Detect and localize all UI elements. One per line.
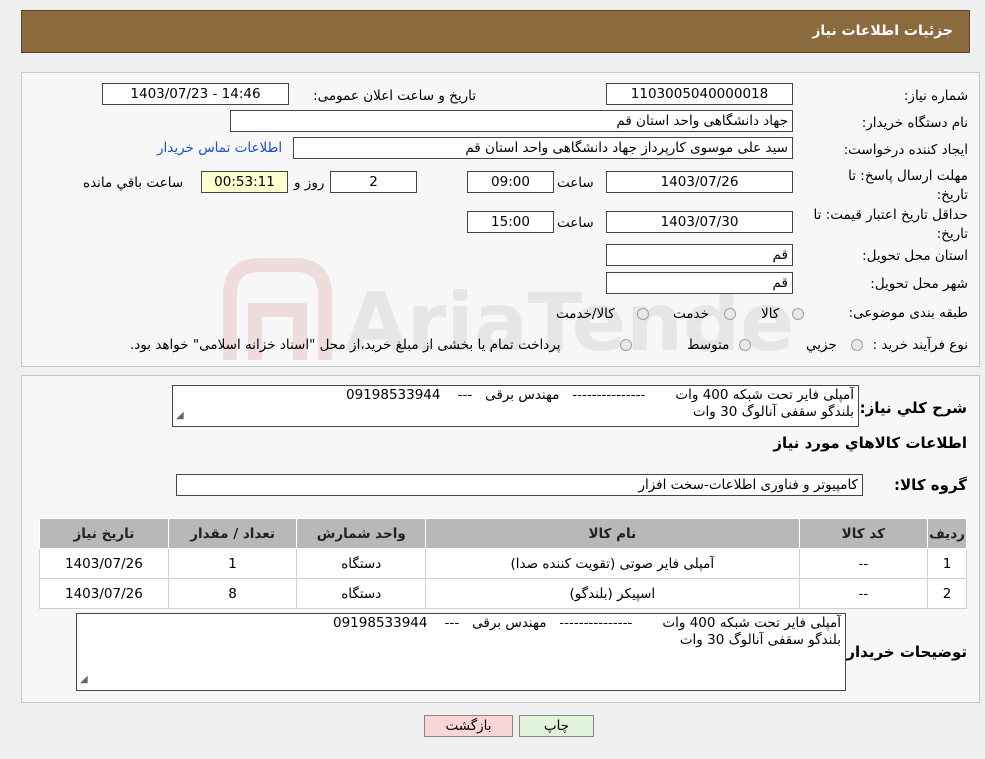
col-need-date: تاریخ نیاز [39,518,169,549]
process-label: نوع فرآیند خرید : [872,337,968,353]
goods-group-field: کامپیوتر و فناوری اطلاعات-سخت افزار [176,474,863,496]
table-row: 1403/07/26 1 دستگاه آمپلی فایر صوتی (تقو… [39,548,967,579]
buyer-notes-label: توضیحات خریدار: [840,643,967,661]
cell-unit: دستگاه [296,548,427,579]
resize-grip-icon[interactable]: ◢ [176,407,184,424]
cell-item-code: -- [798,578,929,609]
col-row-number: رديف [927,518,967,549]
cell-need-date: 1403/07/26 [39,578,169,609]
description-textarea[interactable]: آمپلی فایر تحت شبکه 400 وات ------------… [172,385,859,427]
process-option-minor: جزیي [806,337,837,353]
description-line-2: بلندگو سقفی آنالوگ 30 وات [692,404,854,420]
cell-item-code: -- [798,548,929,579]
validity-time-label: ساعت [557,215,594,231]
province-label: استان محل تحویل: [862,248,968,264]
deadline-label: مهلت ارسال پاسخ: تا تاریخ: [848,168,968,203]
goods-section-title: اطلاعات کالاهاي مورد نياز [773,434,967,452]
buyer-notes-line-1: آمپلی فایر تحت شبکه 400 وات ------------… [333,615,841,631]
need-number-field: 1103005040000018 [606,83,793,105]
creator-label: ایجاد کننده درخواست: [843,142,968,158]
cell-need-date: 1403/07/26 [39,548,169,579]
category-radio-goods[interactable] [792,308,804,320]
validity-label: حداقل تاریخ اعتبار قیمت: تا تاریخ: [813,207,968,242]
goods-group-label: گروه کالا: [894,476,967,494]
deadline-date-field: 1403/07/26 [606,171,793,193]
category-radio-service[interactable] [724,308,736,320]
process-radio-medium[interactable] [739,339,751,351]
province-field: قم [606,244,793,266]
category-option-service: خدمت [673,306,709,322]
table-row: 1403/07/26 8 دستگاه اسپیکر (بلندگو) -- 2 [39,578,967,609]
treasury-checkbox[interactable] [620,339,632,351]
deadline-time-label: ساعت [557,175,594,191]
page-title: جزئیات اطلاعات نیاز [812,23,953,39]
need-number-label: شماره نیاز: [903,88,968,104]
remaining-label: ساعت باقي مانده [83,175,184,191]
cell-item-name: آمپلی فایر صوتی (تقویت کننده صدا) [425,548,800,579]
city-label: شهر محل تحویل: [870,276,968,292]
print-button[interactable]: چاپ [519,715,594,737]
col-unit: واحد شمارش [296,518,427,549]
buyer-notes-line-2: بلندگو سقفی آنالوگ 30 وات [679,632,841,648]
description-line-1: آمپلی فایر تحت شبکه 400 وات ------------… [346,387,854,403]
category-option-goods-service: کالا/خدمت [556,306,615,322]
deadline-time-field: 09:00 [467,171,554,193]
cell-quantity: 1 [167,548,298,579]
cell-quantity: 8 [167,578,298,609]
goods-table: تاریخ نیاز تعداد / مقدار واحد شمارش نام … [39,518,967,609]
description-label: شرح کلي نياز: [859,399,967,417]
creator-field: سید علی موسوی کارپرداز جهاد دانشگاهی واح… [293,137,793,159]
days-label: روز و [294,175,325,191]
resize-grip-icon[interactable]: ◢ [80,671,88,688]
days-field: 2 [330,171,417,193]
buyer-notes-textarea[interactable]: آمپلی فایر تحت شبکه 400 وات ------------… [76,613,846,691]
remaining-time-field: 00:53:11 [201,171,288,193]
buyer-org-field: جهاد دانشگاهی واحد استان قم [230,110,793,132]
process-radio-minor[interactable] [851,339,863,351]
page-header: جزئیات اطلاعات نیاز [21,10,970,53]
validity-date-field: 1403/07/30 [606,211,793,233]
announce-field: 1403/07/23 - 14:46 [102,83,289,105]
cell-row-number: 2 [927,578,967,609]
col-item-code: کد کالا [798,518,929,549]
announce-label: تاریخ و ساعت اعلان عمومی: [313,88,476,104]
cell-item-name: اسپیکر (بلندگو) [425,578,800,609]
cell-unit: دستگاه [296,578,427,609]
col-item-name: نام کالا [425,518,800,549]
category-radio-goods-service[interactable] [637,308,649,320]
col-quantity: تعداد / مقدار [167,518,298,549]
city-field: قم [606,272,793,294]
process-note: پرداخت تمام یا بخشی از مبلغ خرید،از محل … [130,337,561,353]
buyer-org-label: نام دستگاه خریدار: [861,115,968,131]
back-button[interactable]: بازگشت [424,715,513,737]
category-option-goods: کالا [761,306,780,322]
validity-time-field: 15:00 [467,211,554,233]
process-option-medium: متوسط [687,337,730,353]
cell-row-number: 1 [927,548,967,579]
buyer-contact-link[interactable]: اطلاعات تماس خریدار [157,140,282,156]
category-label: طبقه بندی موضوعی: [848,305,968,321]
